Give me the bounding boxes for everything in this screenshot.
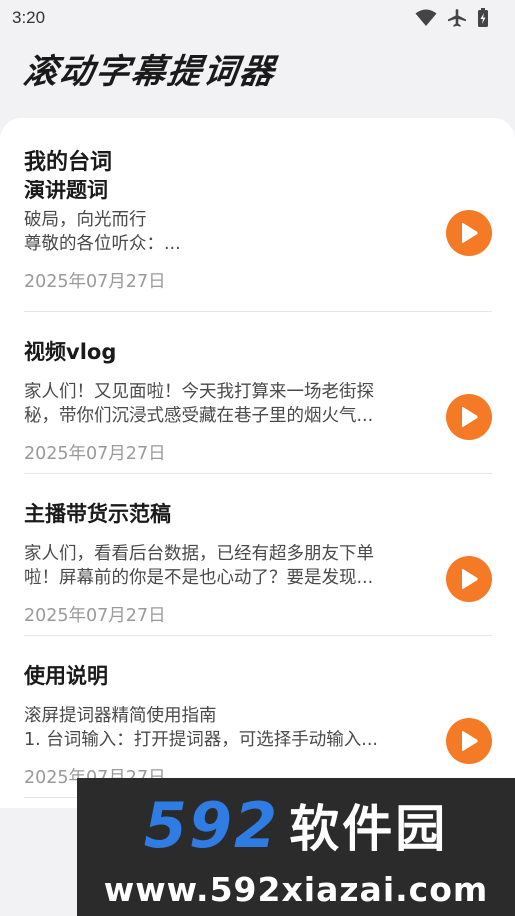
play-icon (462, 569, 478, 589)
preview-line: 1. 台词输入：打开提词器，可选择手动输入... (24, 730, 378, 750)
list-item[interactable]: 视频vlog 家人们！又见面啦！今天我打算来一场老街探 秘，带你们沉浸式感受藏在… (24, 312, 492, 474)
play-icon (462, 223, 478, 243)
play-button[interactable] (446, 210, 492, 256)
item-preview: 破局，向光而行 尊敬的各位听众：... (24, 208, 426, 256)
watermark-number: 592 (143, 788, 280, 862)
play-icon (462, 407, 478, 427)
status-icons (415, 8, 503, 28)
app-title: 滚动字幕提词器 (20, 52, 279, 92)
item-date: 2025年07月27日 (24, 444, 166, 464)
preview-line: 破局，向光而行 (24, 210, 147, 230)
preview-line: 秘，带你们沉浸式感受藏在巷子里的烟火气... (24, 406, 374, 426)
wifi-icon (415, 9, 437, 27)
watermark-brand: 软件园 (289, 800, 449, 858)
play-button[interactable] (446, 718, 492, 764)
preview-line: 家人们，看看后台数据，已经有超多朋友下单 (24, 544, 374, 564)
site-watermark: 592 软件园 www.592xiazai.com (77, 778, 515, 916)
item-date: 2025年07月27日 (24, 272, 166, 292)
item-title: 主播带货示范稿 (24, 502, 171, 526)
item-date: 2025年07月27日 (24, 606, 166, 626)
scripts-list[interactable]: 演讲题词 破局，向光而行 尊敬的各位听众：... 2025年07月27日 视频v… (0, 154, 515, 798)
watermark-url: www.592xiazai.com (103, 870, 489, 909)
preview-line: 啦！屏幕前的你是不是也心动了？要是发现... (24, 568, 374, 588)
airplane-icon (447, 8, 467, 28)
play-button[interactable] (446, 556, 492, 602)
list-item[interactable]: 使用说明 滚屏提词器精简使用指南 1. 台词输入：打开提词器，可选择手动输入..… (24, 636, 492, 798)
preview-line: 家人们！又见面啦！今天我打算来一场老街探 (24, 382, 374, 402)
item-title: 使用说明 (24, 664, 108, 688)
item-preview: 滚屏提词器精简使用指南 1. 台词输入：打开提词器，可选择手动输入... (24, 704, 426, 752)
item-preview: 家人们！又见面啦！今天我打算来一场老街探 秘，带你们沉浸式感受藏在巷子里的烟火气… (24, 380, 426, 428)
item-preview: 家人们，看看后台数据，已经有超多朋友下单 啦！屏幕前的你是不是也心动了？要是发现… (24, 542, 426, 590)
status-bar: 3:20 (0, 0, 515, 36)
battery-icon (477, 8, 489, 28)
item-title: 视频vlog (24, 340, 117, 364)
list-item[interactable]: 主播带货示范稿 家人们，看看后台数据，已经有超多朋友下单 啦！屏幕前的你是不是也… (24, 474, 492, 636)
play-button[interactable] (446, 394, 492, 440)
preview-line: 滚屏提词器精简使用指南 (24, 706, 217, 726)
section-title: 我的台词 (24, 144, 119, 176)
status-time: 3:20 (12, 8, 46, 27)
play-icon (462, 731, 478, 751)
watermark-logo: 592 软件园 (77, 786, 515, 864)
scripts-card: 我的台词 演讲题词 破局，向光而行 尊敬的各位听众：... 2025年07月27… (0, 118, 515, 808)
preview-line: 尊敬的各位听众：... (24, 234, 181, 254)
